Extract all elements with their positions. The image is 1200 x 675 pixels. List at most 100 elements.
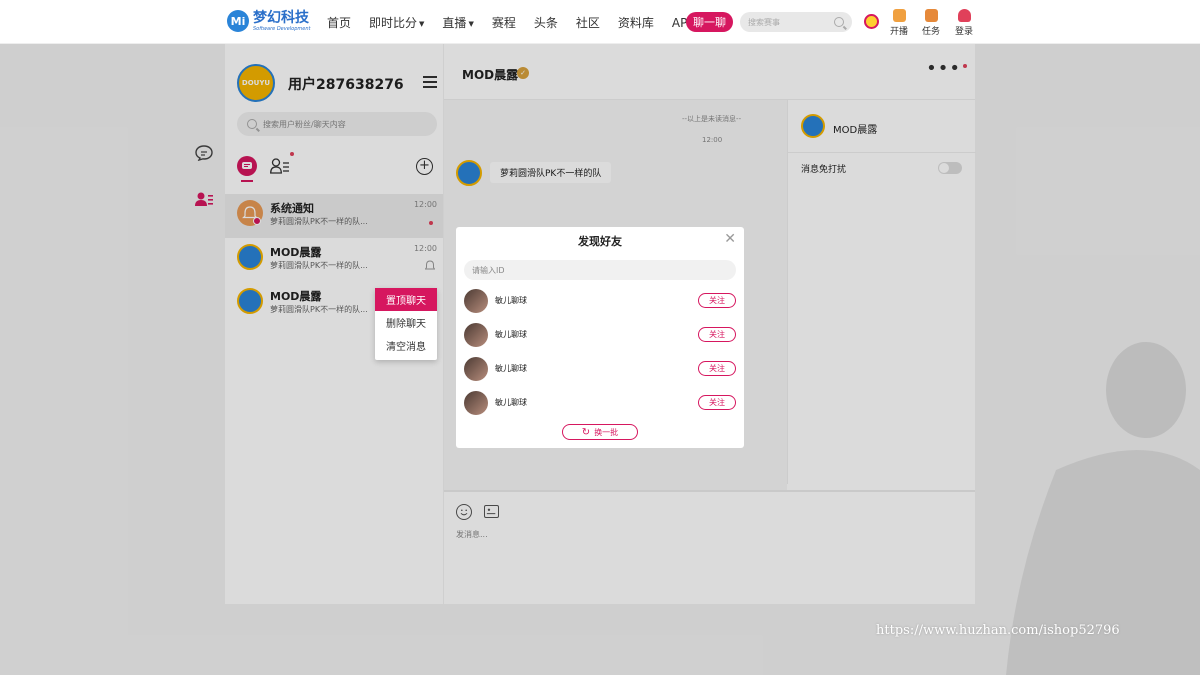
- chevron-down-icon: ▼: [468, 19, 474, 28]
- follow-button[interactable]: 关注: [698, 395, 736, 410]
- search-input[interactable]: [748, 17, 828, 27]
- conversation-search-input[interactable]: [263, 119, 423, 129]
- douyu-avatar: [237, 244, 263, 270]
- contacts-icon[interactable]: [195, 192, 213, 207]
- conversation-item[interactable]: MOD晨露 萝莉圆滑队PK不一样的队... 12:00: [225, 238, 443, 282]
- tasks-label: 任务: [922, 27, 941, 37]
- follow-button[interactable]: 关注: [698, 361, 736, 376]
- conversation-preview: 萝莉圆滑队PK不一样的队...: [270, 261, 368, 270]
- friend-name: 敏儿聊球: [495, 330, 527, 339]
- friend-row: 敏儿聊球 关注: [464, 289, 736, 317]
- nav-live-label: 直播: [442, 16, 467, 30]
- chat-header: MOD晨露 ✓ •••: [444, 44, 975, 100]
- nav-live-score-label: 即时比分: [369, 16, 418, 30]
- message-icon: [242, 162, 252, 169]
- emoji-icon[interactable]: [456, 504, 472, 520]
- brand-name: 梦幻科技: [253, 9, 309, 26]
- brand-subtitle: Software Development: [253, 25, 311, 32]
- search-icon[interactable]: [834, 17, 844, 27]
- sender-avatar[interactable]: [456, 160, 482, 186]
- nav-live-score[interactable]: 即时比分 ▼: [369, 14, 424, 31]
- logo[interactable]: Mi 梦幻科技 Software Development: [227, 10, 311, 32]
- conversation-preview: 萝莉圆滑队PK不一样的队...: [270, 217, 368, 226]
- chevron-down-icon: ▼: [419, 19, 425, 28]
- chat-bubble-icon[interactable]: [195, 145, 213, 161]
- bell-icon: [242, 206, 261, 225]
- nav-headlines[interactable]: 头条: [534, 14, 558, 31]
- divider: [788, 152, 976, 153]
- open-live-label: 开播: [890, 27, 909, 37]
- conversation-preview: 萝莉圆滑队PK不一样的队...: [270, 305, 368, 314]
- follow-button[interactable]: 关注: [698, 293, 736, 308]
- friend-name: 敏儿聊球: [495, 398, 527, 407]
- message-input[interactable]: [456, 530, 756, 539]
- active-tab-indicator: [241, 180, 253, 182]
- friend-avatar[interactable]: [464, 323, 488, 347]
- add-friend-icon[interactable]: +: [416, 158, 433, 175]
- mute-label: 消息免打扰: [801, 165, 847, 175]
- user-name: 用户287638276: [288, 77, 404, 93]
- tab-chats[interactable]: [237, 156, 257, 176]
- conversation-time: 12:00: [413, 244, 437, 253]
- tab-contacts[interactable]: [270, 158, 290, 174]
- contacts-badge: [290, 152, 294, 156]
- nav-live[interactable]: 直播 ▼: [442, 14, 473, 31]
- message-time: 12:00: [702, 136, 723, 144]
- friend-avatar[interactable]: [464, 391, 488, 415]
- message-bubble: 萝莉圆滑队PK不一样的队: [490, 162, 612, 183]
- login-button[interactable]: 登录: [955, 9, 973, 37]
- tasks-button[interactable]: 任务: [922, 9, 940, 37]
- conversation-search: [237, 112, 437, 136]
- contact-avatar: [801, 114, 825, 138]
- close-icon[interactable]: ✕: [724, 232, 736, 246]
- chat-title: MOD晨露: [462, 68, 519, 82]
- chat-button[interactable]: 聊一聊: [686, 12, 733, 32]
- conversation-name: MOD晨露: [270, 290, 322, 303]
- user-icon: [957, 9, 971, 22]
- clear-messages-item[interactable]: 清空消息: [375, 334, 437, 357]
- image-icon[interactable]: [484, 505, 499, 518]
- friend-avatar[interactable]: [464, 357, 488, 381]
- friend-row: 敏儿聊球 关注: [464, 323, 736, 351]
- more-options-icon[interactable]: •••: [926, 60, 961, 78]
- friend-avatar[interactable]: [464, 289, 488, 313]
- contact-name: MOD晨露: [833, 125, 878, 136]
- watermark: https://www.huzhan.com/ishop52796: [876, 623, 1120, 638]
- top-navbar: Mi 梦幻科技 Software Development 首页 即时比分 ▼ 直播…: [0, 0, 1200, 44]
- friend-row: 敏儿聊球 关注: [464, 357, 736, 385]
- nav-home[interactable]: 首页: [327, 14, 351, 31]
- douyu-avatar: [237, 288, 263, 314]
- nav-community[interactable]: 社区: [576, 14, 600, 31]
- conversation-item[interactable]: 系统通知 萝莉圆滑队PK不一样的队... 12:00: [225, 194, 443, 238]
- task-icon: [924, 9, 938, 22]
- refresh-batch-button[interactable]: ↻ 换一批: [562, 424, 638, 440]
- unread-dot: [429, 221, 433, 225]
- message-composer: [444, 490, 975, 604]
- panel-tabs: +: [237, 152, 437, 184]
- open-live-button[interactable]: 开播: [890, 9, 908, 37]
- nav-database[interactable]: 资料库: [618, 14, 654, 31]
- user-avatar[interactable]: DOUYU: [237, 64, 275, 102]
- search-icon: [247, 119, 257, 129]
- chat-info-panel: MOD晨露 消息免打扰: [787, 100, 976, 484]
- follow-button[interactable]: 关注: [698, 327, 736, 342]
- dialog-title: 发现好友: [578, 235, 622, 248]
- menu-icon[interactable]: [423, 76, 437, 88]
- unread-divider: --以上是未读消息--: [682, 115, 742, 123]
- nav-schedule[interactable]: 赛程: [492, 14, 516, 31]
- verified-badge-icon: ✓: [517, 67, 529, 79]
- context-menu: 置顶聊天 删除聊天 清空消息: [375, 288, 437, 360]
- conversation-time: 12:00: [413, 200, 437, 209]
- refresh-label: 换一批: [594, 427, 619, 437]
- conversation-name: MOD晨露: [270, 246, 322, 259]
- mute-toggle[interactable]: [938, 162, 962, 174]
- find-friends-dialog: 发现好友 ✕ 敏儿聊球 关注 敏儿聊球 关注 敏儿聊球 关注 敏儿聊球 关注 ↻…: [456, 227, 744, 448]
- delete-chat-item[interactable]: 删除聊天: [375, 311, 437, 334]
- match-search: [740, 12, 852, 32]
- refresh-icon: ↻: [581, 426, 591, 438]
- coin-icon[interactable]: [864, 14, 879, 29]
- friend-row: 敏儿聊球 关注: [464, 391, 736, 419]
- conversation-name: 系统通知: [270, 202, 314, 215]
- pin-chat-item[interactable]: 置顶聊天: [375, 288, 437, 311]
- friend-id-input[interactable]: [464, 260, 736, 280]
